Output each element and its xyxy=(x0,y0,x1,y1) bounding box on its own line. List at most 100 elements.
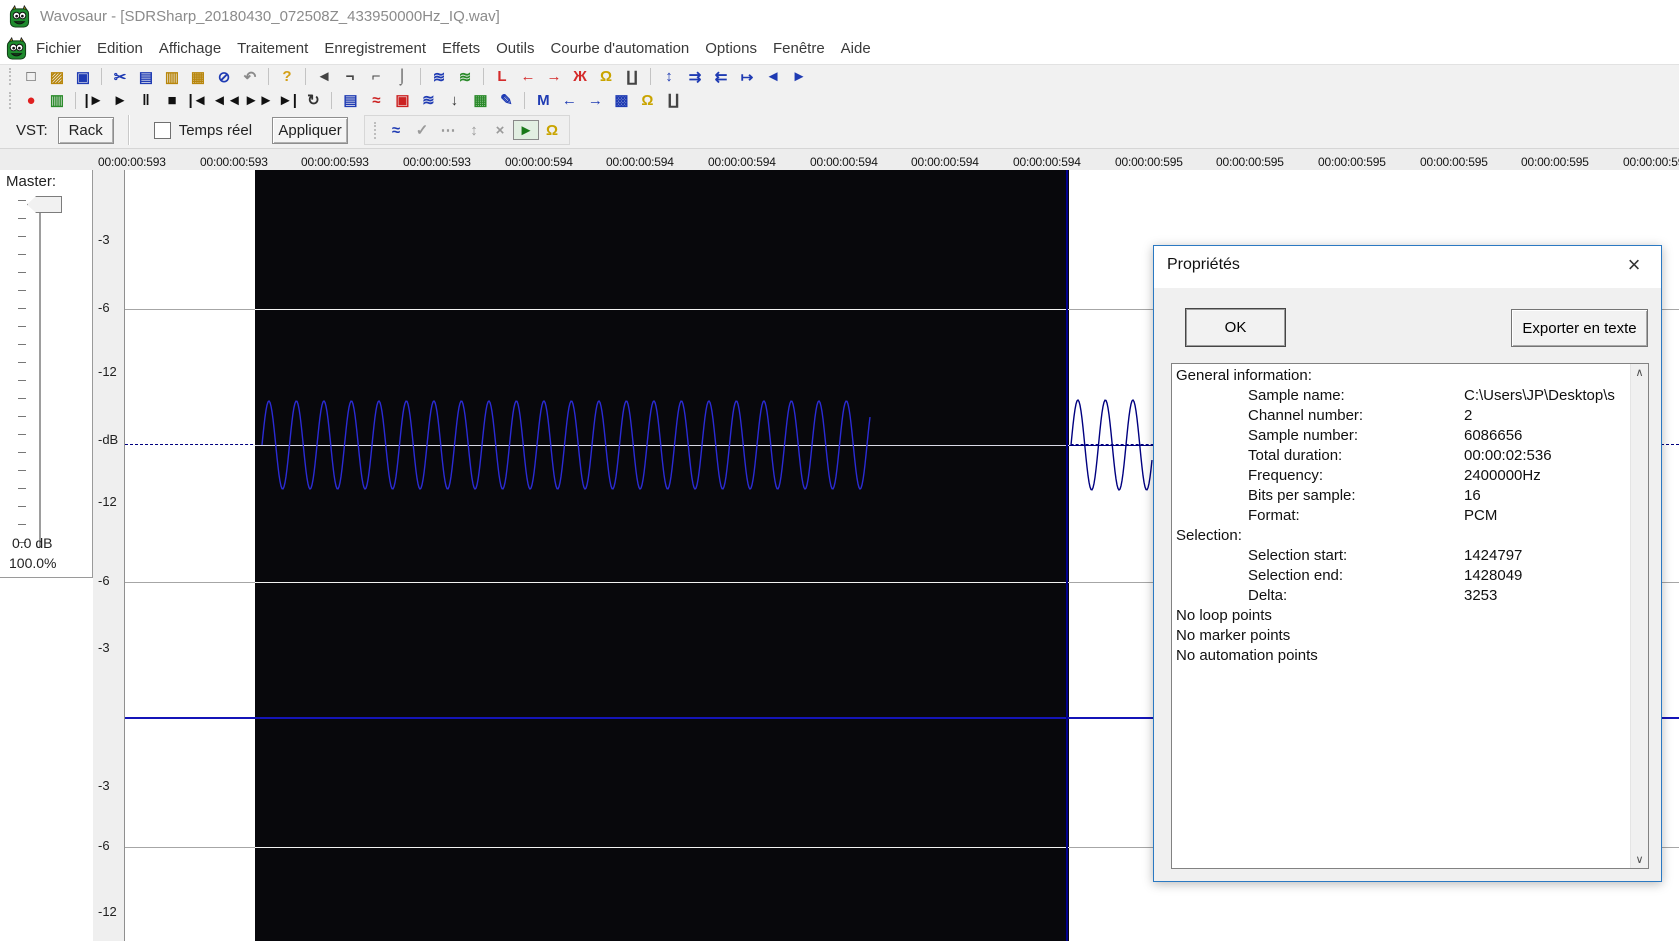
play-from-cursor-icon[interactable]: |► xyxy=(81,89,107,111)
properties-list[interactable]: General information: Sample name: C:\Use… xyxy=(1171,363,1649,869)
copy-icon[interactable]: ▤ xyxy=(133,66,159,88)
settings-wrench-icon[interactable]: ⌡ xyxy=(389,66,415,88)
cut-icon[interactable]: ✂ xyxy=(107,66,133,88)
lock-markers-icon[interactable]: Ω xyxy=(634,89,660,111)
toolbar-grip[interactable] xyxy=(9,68,13,85)
open-file-icon[interactable]: ▨ xyxy=(44,66,70,88)
show-points-icon[interactable]: ⋯ xyxy=(435,119,461,141)
menu-item[interactable]: Affichage xyxy=(151,36,229,61)
stop-icon[interactable]: ■ xyxy=(159,89,185,111)
separator[interactable] xyxy=(101,68,102,85)
selection-region[interactable] xyxy=(255,170,1069,941)
menu-item[interactable]: Edition xyxy=(89,36,151,61)
separator[interactable] xyxy=(268,68,269,85)
toolbar-grip[interactable] xyxy=(9,91,13,109)
undo-icon[interactable]: ↶ xyxy=(237,66,263,88)
menu-item[interactable]: Fenêtre xyxy=(765,36,833,61)
horizontal-zoom-wave-icon[interactable]: ≋ xyxy=(452,66,478,88)
play-automation-icon[interactable]: ► xyxy=(513,120,540,140)
separator[interactable] xyxy=(420,68,421,85)
loop-start-icon[interactable]: ← xyxy=(515,66,541,88)
volume-slider-track[interactable] xyxy=(39,202,41,547)
scroll-up-icon[interactable]: ∧ xyxy=(1631,364,1648,381)
save-file-icon[interactable]: ▣ xyxy=(70,66,96,88)
export-text-button[interactable]: Exporter en texte xyxy=(1511,309,1648,347)
lock-loop-icon[interactable]: Ω xyxy=(593,66,619,88)
previous-marker-icon[interactable]: ← xyxy=(556,89,582,111)
separator[interactable] xyxy=(75,91,76,109)
zoom-selection-icon[interactable]: ↦ xyxy=(734,66,760,88)
rewind-icon[interactable]: ◄◄ xyxy=(211,89,243,111)
interpolate-icon[interactable]: ¬ xyxy=(337,66,363,88)
delete-markers-icon[interactable]: ∐ xyxy=(660,89,686,111)
separator[interactable] xyxy=(524,91,526,109)
resample-grid-icon[interactable]: ▦ xyxy=(467,89,493,111)
scroll-down-icon[interactable]: ∨ xyxy=(1631,851,1648,868)
separator[interactable] xyxy=(331,91,333,109)
separator[interactable] xyxy=(650,68,651,85)
menu-item[interactable]: Options xyxy=(697,36,765,61)
marker-icon[interactable]: M xyxy=(530,89,556,111)
trim-icon[interactable]: ⊘ xyxy=(211,66,237,88)
fast-forward-icon[interactable]: ►► xyxy=(243,89,275,111)
view-next-icon[interactable]: ► xyxy=(786,66,812,88)
loop-wave-icon[interactable]: Ж xyxy=(567,66,593,88)
go-to-start-icon[interactable]: |◄ xyxy=(185,89,211,111)
menu-item[interactable]: Enregistrement xyxy=(316,36,434,61)
toolbar-grip[interactable] xyxy=(374,121,378,139)
pause-icon[interactable]: ‖ xyxy=(133,89,159,111)
help-icon[interactable]: ? xyxy=(274,66,300,88)
separator[interactable] xyxy=(483,68,484,85)
new-file-icon[interactable]: □ xyxy=(18,66,44,88)
realtime-checkbox[interactable] xyxy=(153,121,171,139)
menu-item[interactable]: Effets xyxy=(434,36,488,61)
duplicate-icon[interactable]: ▣ xyxy=(389,89,415,111)
menu-item[interactable]: Aide xyxy=(833,36,879,61)
go-to-end-icon[interactable]: ►| xyxy=(274,89,300,111)
marker-selection-icon[interactable]: ▩ xyxy=(608,89,634,111)
document-arrow-icon[interactable]: ▤ xyxy=(337,89,363,111)
lock-automation-icon[interactable]: Ω xyxy=(539,119,565,141)
vst-apply-button[interactable]: Appliquer xyxy=(272,116,349,144)
audio-settings-icon[interactable]: ◄ xyxy=(311,66,337,88)
view-previous-icon[interactable]: ◄ xyxy=(760,66,786,88)
record-icon[interactable]: ● xyxy=(18,89,44,111)
scale-points-icon[interactable]: ↕ xyxy=(461,119,487,141)
loop-end-icon[interactable]: → xyxy=(541,66,567,88)
vertical-zoom-wave-icon[interactable]: ≋ xyxy=(426,66,452,88)
ok-button[interactable]: OK xyxy=(1185,308,1286,347)
validate-point-icon[interactable]: ✓ xyxy=(409,119,435,141)
connections-icon[interactable]: ⌐ xyxy=(363,66,389,88)
zoom-out-icon[interactable]: ⇇ xyxy=(708,66,734,88)
menu-bar: Fichier Edition Affichage Traitement Enr… xyxy=(0,33,1679,64)
dialog-title-bar[interactable]: Propriétés × xyxy=(1154,246,1661,288)
auto-trim-icon[interactable]: ↓ xyxy=(441,89,467,111)
time-ruler[interactable]: 00:00:00:593 00:00:00:593 00:00:00:593 0… xyxy=(0,148,1679,171)
separator[interactable] xyxy=(305,68,306,85)
vst-rack-button[interactable]: Rack xyxy=(57,116,114,144)
zoom-vertical-icon[interactable]: ↕ xyxy=(656,66,682,88)
loop-playback-icon[interactable]: ↻ xyxy=(300,89,326,111)
delete-points-icon[interactable]: × xyxy=(487,119,513,141)
menu-item[interactable]: Fichier xyxy=(28,36,89,61)
play-icon[interactable]: ► xyxy=(107,89,133,111)
next-marker-icon[interactable]: → xyxy=(582,89,608,111)
menu-item[interactable]: Outils xyxy=(488,36,542,61)
property-row: Sample number: 6086656 xyxy=(1176,426,1632,446)
scrollbar[interactable]: ∧ ∨ xyxy=(1630,364,1648,868)
paste-new-icon[interactable]: ▦ xyxy=(185,66,211,88)
menu-item[interactable]: Courbe d'automation xyxy=(542,36,697,61)
statistics-curve-icon[interactable]: ≈ xyxy=(363,89,389,111)
automation-curve-icon[interactable]: ≈ xyxy=(383,119,409,141)
close-icon[interactable]: × xyxy=(1621,252,1647,278)
loop-marker-icon[interactable]: L xyxy=(489,66,515,88)
paste-icon[interactable]: ▥ xyxy=(159,66,185,88)
selection-edge[interactable] xyxy=(1066,170,1068,941)
volume-slider-handle[interactable] xyxy=(27,196,62,213)
draw-pencil-icon[interactable]: ✎ xyxy=(493,89,519,111)
delete-loop-icon[interactable]: ∐ xyxy=(619,66,645,88)
input-monitor-icon[interactable]: ▥ xyxy=(44,89,70,111)
zoom-in-icon[interactable]: ⇉ xyxy=(682,66,708,88)
mix-channels-icon[interactable]: ≋ xyxy=(415,89,441,111)
menu-item[interactable]: Traitement xyxy=(229,36,316,61)
